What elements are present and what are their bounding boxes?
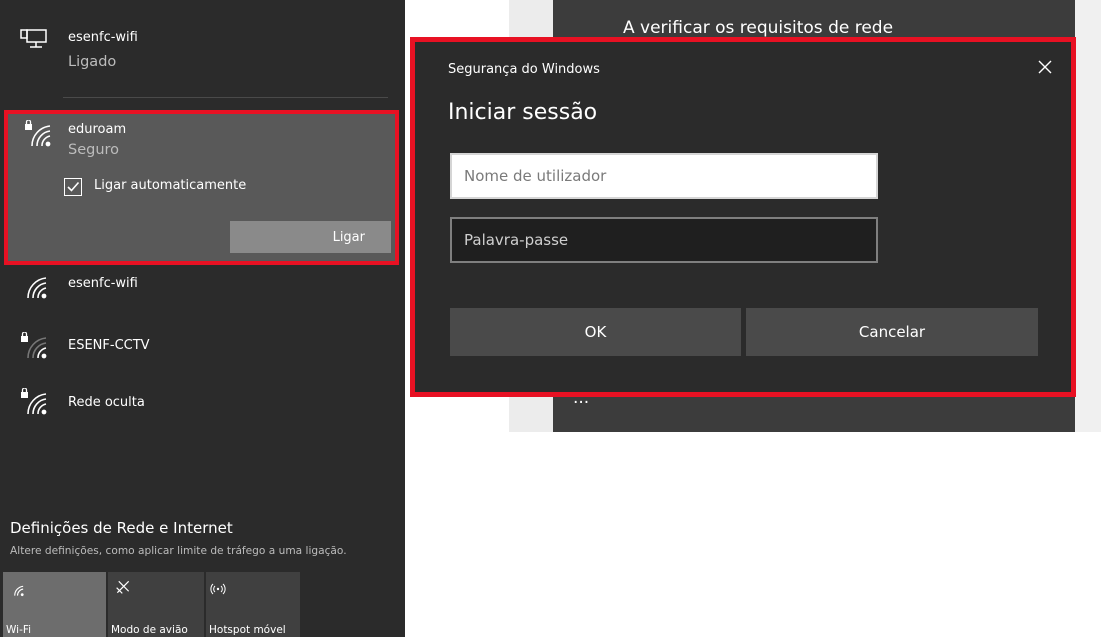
background-window-title: A verificar os requisitos de rede <box>623 18 894 38</box>
network-settings-description: Altere definições, como aplicar limite d… <box>10 545 347 557</box>
secured-wifi-weak-icon <box>20 332 50 360</box>
divider <box>63 97 388 98</box>
quick-action-hotspot[interactable]: Hotspot móvel <box>206 572 300 637</box>
airplane-icon <box>114 578 132 600</box>
secured-wifi-icon <box>24 120 54 148</box>
checkmark-icon <box>67 181 80 192</box>
connect-button[interactable]: Ligar <box>230 221 391 253</box>
network-name: eduroam <box>68 122 127 137</box>
quick-action-wifi[interactable]: Wi-Fi <box>3 572 106 637</box>
network-settings-link[interactable]: Definições de Rede e Internet <box>10 519 233 537</box>
quick-action-label: Wi-Fi <box>6 624 32 636</box>
network-name: Rede oculta <box>68 395 145 410</box>
network-item[interactable]: ESENF-CCTV <box>0 328 405 360</box>
ok-button[interactable]: OK <box>450 308 741 356</box>
password-input[interactable] <box>450 217 878 263</box>
quick-action-label: Hotspot móvel <box>209 624 286 636</box>
auto-connect-checkbox[interactable] <box>64 178 82 196</box>
network-item[interactable]: Rede oculta <box>0 386 405 418</box>
network-status: Seguro <box>68 142 120 158</box>
dialog-heading: Iniciar sessão <box>448 100 598 125</box>
network-item-connected[interactable]: esenfc-wifi Ligado <box>0 18 405 80</box>
network-flyout: esenfc-wifi Ligado eduroam Seguro Ligar … <box>0 0 405 637</box>
auto-connect-label: Ligar automaticamente <box>94 178 247 193</box>
background-window-edge <box>1075 0 1101 432</box>
quick-action-label: Modo de avião <box>111 624 188 636</box>
ethernet-computer-icon <box>20 28 50 56</box>
hotspot-icon <box>209 580 227 599</box>
username-input[interactable] <box>450 153 878 199</box>
network-name: esenfc-wifi <box>68 276 138 291</box>
secured-wifi-icon <box>20 388 50 416</box>
network-item[interactable]: esenfc-wifi <box>0 270 405 300</box>
cancel-button[interactable]: Cancelar <box>746 308 1038 356</box>
dialog-caption: Segurança do Windows <box>448 62 600 77</box>
close-icon[interactable] <box>1036 58 1054 76</box>
windows-security-dialog: Segurança do Windows Iniciar sessão OK C… <box>410 37 1076 397</box>
network-item-eduroam[interactable]: eduroam Seguro Ligar automaticamente Lig… <box>4 110 399 265</box>
wifi-icon <box>11 582 25 601</box>
network-name: esenfc-wifi <box>68 30 138 45</box>
wifi-icon <box>20 272 50 300</box>
network-status: Ligado <box>68 54 117 70</box>
network-name: ESENF-CCTV <box>68 338 150 353</box>
quick-action-airplane-mode[interactable]: Modo de avião <box>108 572 204 637</box>
